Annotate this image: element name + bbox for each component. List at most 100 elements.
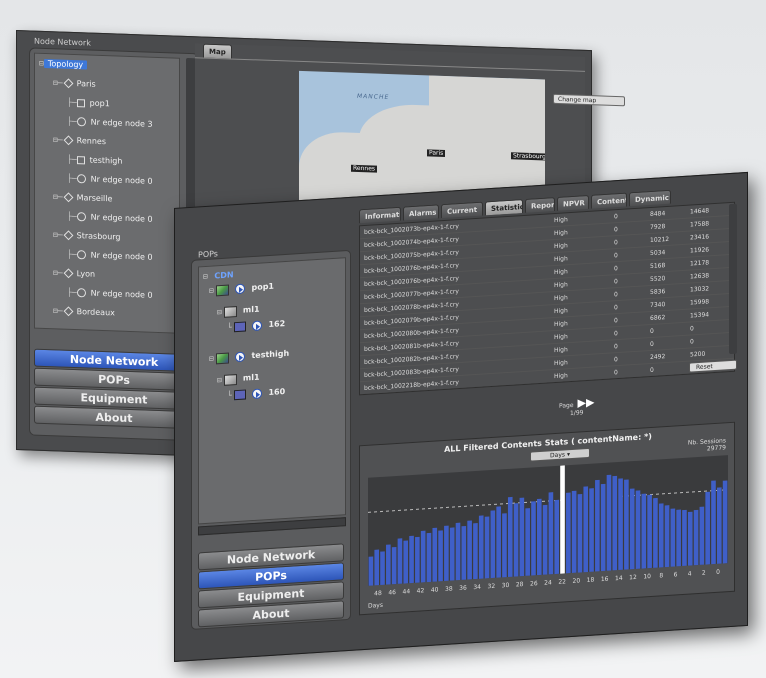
chart-bar[interactable] (467, 520, 472, 580)
chart-bar[interactable] (687, 511, 693, 566)
tree-row[interactable]: ├─ testhigh (67, 154, 122, 168)
play-icon[interactable] (251, 388, 262, 400)
tree-row[interactable]: ⊟─ Bordeaux (53, 305, 115, 319)
chart-bar[interactable] (391, 547, 397, 585)
map-label-paris[interactable]: Paris (427, 149, 446, 157)
chart-bar[interactable] (577, 493, 583, 573)
chart-bar[interactable] (641, 493, 647, 569)
topology-tree[interactable]: ⊟ Topology ⊟─ Paris ├─ pop1 ├─ Nr edge node 3 ⊟─… (34, 52, 180, 334)
tree-row[interactable]: ├─ Nr edge node 3 (67, 116, 153, 131)
chart-bar[interactable] (647, 494, 652, 569)
chart-bar[interactable] (368, 556, 374, 586)
chart-bar[interactable] (571, 490, 577, 573)
chart-bar[interactable] (374, 549, 380, 586)
chart-bar[interactable] (676, 509, 681, 567)
chart-bar[interactable] (380, 551, 385, 586)
chart-bar[interactable] (478, 515, 484, 579)
chart-bar[interactable] (693, 509, 699, 566)
statistics-table[interactable]: bck-bck_1002073b-ep4x-1-f.cry High 0 8484 14… (359, 201, 735, 396)
tree-row[interactable]: ⊟─ Paris (53, 77, 96, 90)
chart-bar[interactable] (635, 490, 641, 569)
tree-row-pop[interactable]: ⊟ testhigh (209, 348, 289, 365)
tree-row-pop[interactable]: ⊟ pop1 (209, 281, 274, 297)
tab-information[interactable]: Information (359, 206, 401, 224)
chart-bar[interactable] (566, 492, 571, 574)
tab-map[interactable]: Map (203, 43, 232, 59)
table-scrollbar[interactable] (729, 203, 737, 355)
chart-bar[interactable] (449, 527, 455, 581)
tree-row[interactable]: ⊟─ Marseille (53, 191, 112, 205)
tree-row-group[interactable]: ⊟ ml1 (217, 372, 260, 387)
chart-bar[interactable] (531, 501, 536, 576)
chart-bar[interactable] (502, 513, 507, 578)
chart-bar[interactable] (496, 506, 501, 578)
chart-bar[interactable] (519, 497, 525, 577)
chart-bar[interactable] (658, 503, 664, 568)
chart-bar[interactable] (507, 496, 513, 577)
tab-report[interactable]: Report (525, 197, 555, 213)
chart-bar[interactable] (624, 479, 629, 570)
map-label-rennes[interactable]: Rennes (351, 164, 378, 173)
chart-bar[interactable] (670, 508, 676, 567)
chart-bar[interactable] (583, 486, 589, 573)
tab-current-jobs[interactable]: Current Jobs (441, 201, 483, 219)
chart-bar[interactable] (682, 509, 687, 567)
play-icon[interactable] (234, 351, 245, 363)
tree-row[interactable]: ├─ Nr edge node 0 (67, 173, 153, 188)
chart-bar[interactable] (473, 523, 478, 580)
tree-row[interactable]: ⊟─ Strasbourg (53, 229, 120, 243)
tree-row-content[interactable]: └ 162 (227, 318, 285, 334)
chart-bar[interactable] (554, 499, 560, 575)
pops-tree[interactable]: ⊟ CDN ⊟ pop1 ⊟ ml1 └ 162 ⊟ testhigh ⊟ ml… (198, 257, 346, 525)
chart-bar[interactable] (461, 525, 467, 580)
tab-dynamic-pop[interactable]: Dynamic pop. (629, 189, 671, 207)
tree-row[interactable]: ⊟─ Lyon (53, 267, 95, 280)
chart-bar[interactable] (589, 488, 594, 572)
chart-bar[interactable] (397, 538, 403, 584)
chart-bar[interactable] (716, 487, 722, 564)
sessions-bar-chart[interactable]: 48 46 44 42 40 38 36 34 32 30 28 26 24 22 20 18 16 14 12 10… (364, 451, 732, 612)
tree-row-root[interactable]: ⊟ CDN (203, 269, 238, 283)
chart-bar[interactable] (444, 525, 449, 582)
chart-bar[interactable] (420, 530, 426, 583)
chart-bar[interactable] (653, 497, 658, 568)
chart-bar[interactable] (705, 491, 710, 565)
chart-bar[interactable] (525, 508, 530, 576)
change-map-button[interactable]: Change map (553, 93, 625, 107)
play-icon[interactable] (251, 320, 262, 332)
chart-bar[interactable] (612, 475, 618, 571)
map-label-strasbourg[interactable]: Strasbourg (511, 152, 545, 161)
next-page-icon[interactable]: ▶▶ (578, 396, 595, 410)
chart-bar[interactable] (548, 492, 554, 575)
chart-bar[interactable] (536, 498, 542, 576)
chart-bar[interactable] (455, 522, 461, 581)
chart-bar[interactable] (699, 506, 705, 565)
chart-bar[interactable] (595, 479, 600, 572)
tab-alarms[interactable]: Alarms (403, 204, 439, 221)
chart-bar[interactable] (542, 504, 548, 575)
tab-statistics[interactable]: Statistics (485, 199, 523, 216)
chart-bar[interactable] (629, 488, 635, 570)
tree-row[interactable]: ⊟ Topology (39, 58, 88, 72)
chart-bar[interactable] (484, 516, 490, 579)
play-icon[interactable] (234, 283, 245, 295)
chart-bar[interactable] (711, 480, 716, 565)
chart-bar[interactable] (426, 532, 432, 583)
chart-bar[interactable] (513, 503, 519, 577)
chart-bar[interactable] (618, 478, 623, 571)
chart-bar[interactable] (409, 535, 414, 584)
tree-row-content[interactable]: └ 160 (227, 386, 285, 402)
tree-row[interactable]: ├─ Nr edge node 0 (67, 249, 153, 264)
tab-npvr[interactable]: NPVR (557, 194, 589, 211)
tree-row[interactable]: ├─ Nr edge node 0 (67, 211, 153, 226)
chart-bar[interactable] (722, 480, 728, 564)
chart-bar[interactable] (403, 540, 409, 584)
chart-bar[interactable] (490, 510, 496, 579)
chart-bar[interactable] (386, 544, 391, 585)
chart-bar[interactable] (606, 474, 612, 571)
tab-content-mgt[interactable]: Content Mgt (591, 192, 627, 209)
chart-bar[interactable] (432, 527, 438, 582)
chart-bar[interactable] (415, 536, 420, 583)
chart-bar[interactable] (664, 505, 670, 568)
chart-bar-highlight[interactable] (560, 465, 565, 574)
